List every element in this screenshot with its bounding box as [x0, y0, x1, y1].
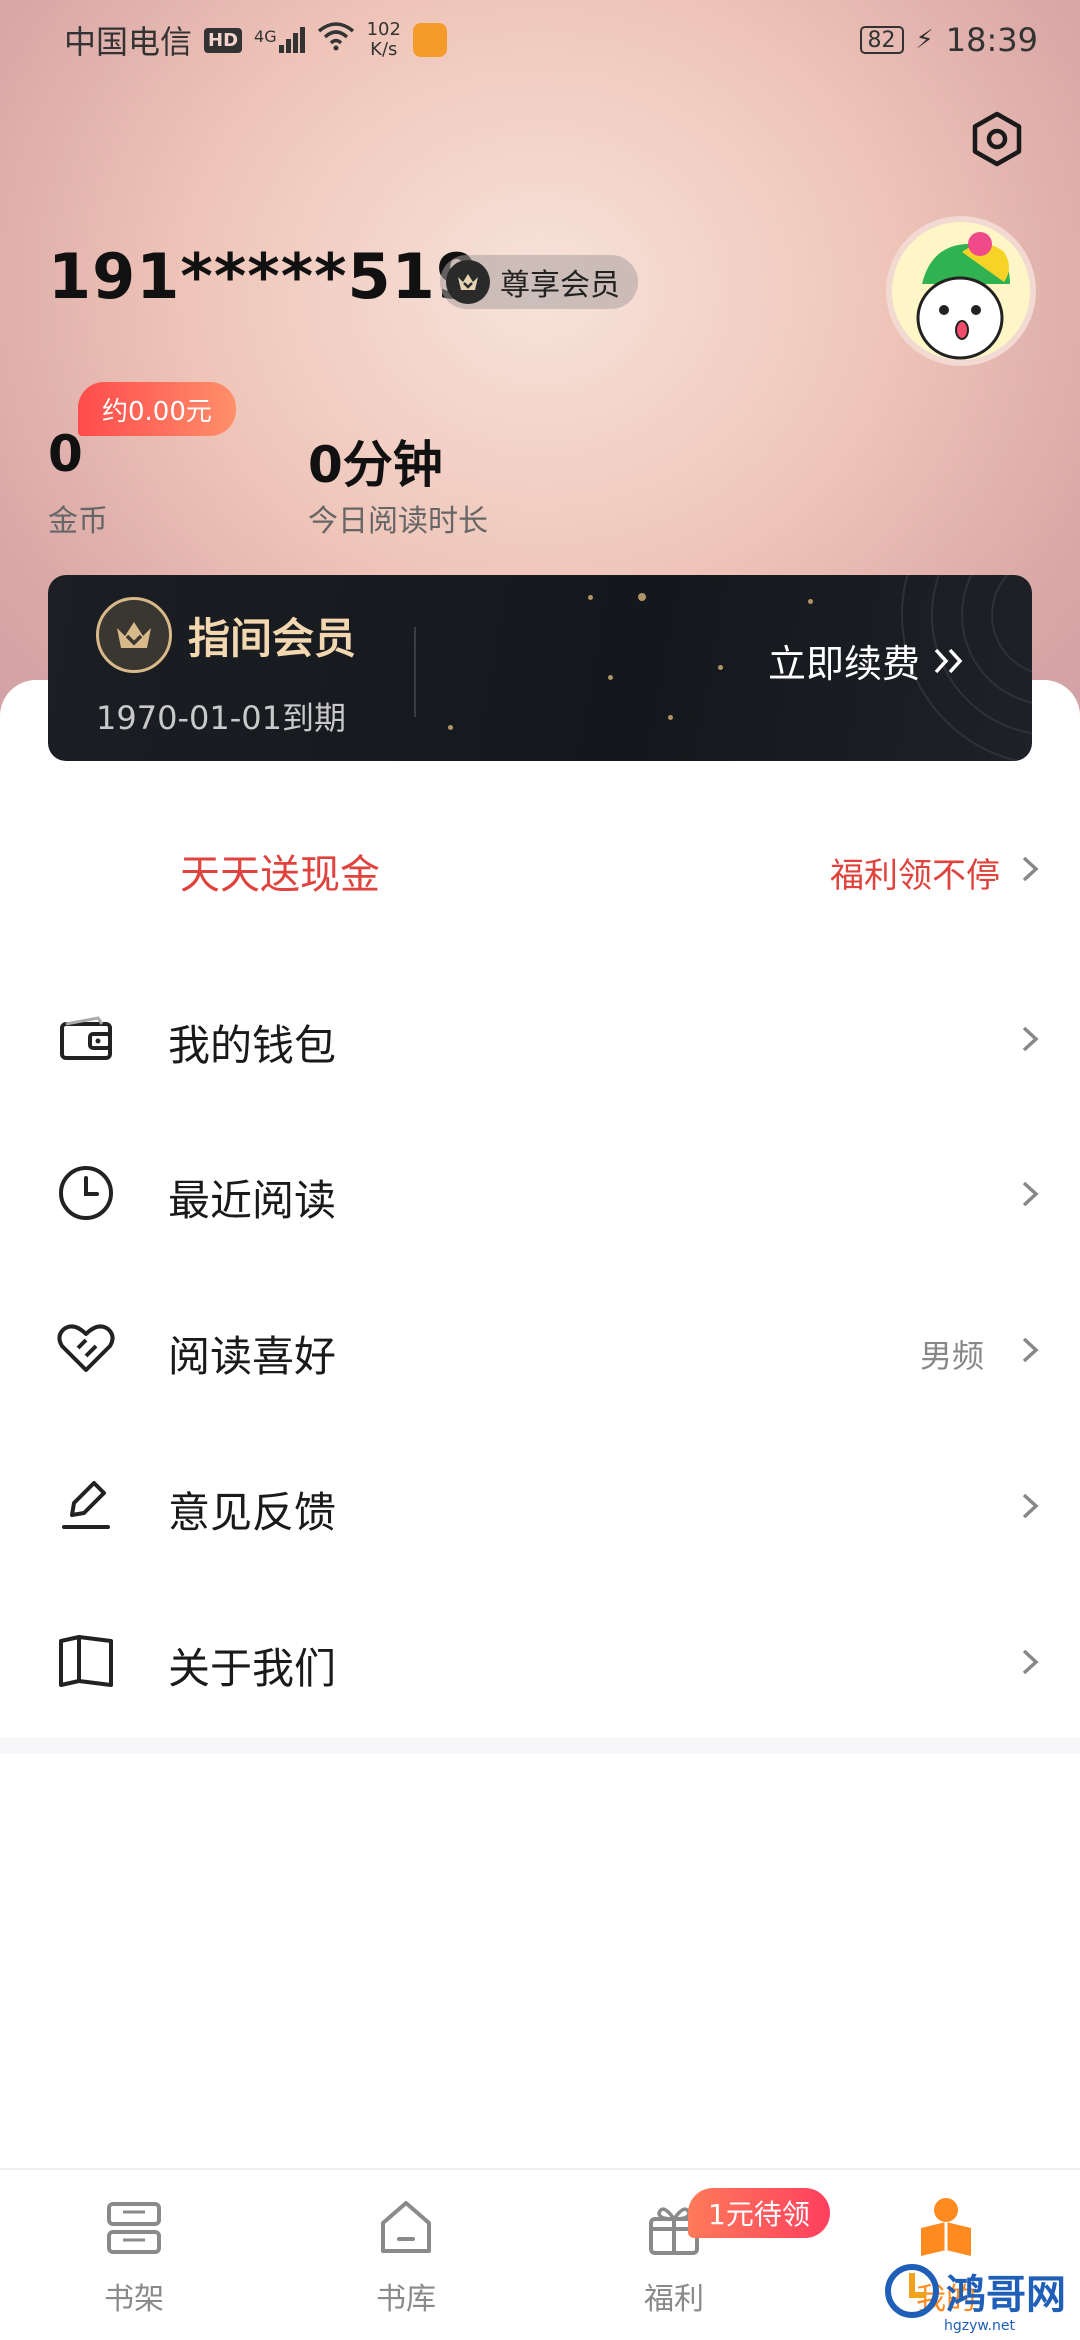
- avatar-character-icon: [892, 222, 1030, 360]
- menu-item-label: 关于我们: [168, 1644, 337, 1693]
- member-card[interactable]: 指间会员 1970-01-01到期 立即续费: [48, 575, 1032, 761]
- reading-time-label: 今日阅读时长: [308, 504, 488, 539]
- tab-label: 福利: [644, 2282, 704, 2317]
- tab-label: 书库: [376, 2282, 436, 2317]
- member-title: 指间会员: [188, 614, 357, 663]
- watermark: 鸿哥网 hgzyw.net: [884, 2262, 1066, 2334]
- open-book-icon: [54, 1629, 118, 1693]
- bookshelf-icon: [102, 2196, 166, 2260]
- settings-button[interactable]: [962, 104, 1032, 174]
- menu-item-about-us[interactable]: 关于我们: [0, 1597, 1080, 1727]
- watermark-logo-icon: [885, 2264, 939, 2318]
- status-left: 中国电信 HD 4G 102 K/s: [64, 17, 447, 63]
- chevron-right-icon: [1022, 1026, 1039, 1052]
- menu-item-feedback[interactable]: 意见反馈: [0, 1441, 1080, 1571]
- renew-button[interactable]: 立即续费: [768, 633, 966, 688]
- crown-icon: [446, 260, 490, 304]
- home-icon: [374, 2196, 438, 2260]
- wallet-icon: [54, 1006, 118, 1070]
- menu-item-recent-reading[interactable]: 最近阅读: [0, 1129, 1080, 1259]
- charging-icon: ⚡: [915, 25, 934, 55]
- signal-icon: 4G: [254, 27, 305, 53]
- menu-item-label: 我的钱包: [168, 1021, 337, 1070]
- settings-hexagon-icon: [972, 111, 1022, 167]
- chevron-right-icon: [1022, 856, 1039, 882]
- section-divider: [0, 1738, 1080, 1754]
- chevron-right-icon: [1022, 1181, 1039, 1207]
- person-book-icon: [914, 2196, 978, 2260]
- hd-icon: HD: [204, 27, 243, 53]
- promo-row[interactable]: 天天送现金 福利领不停: [0, 820, 1080, 920]
- chevron-right-icon: [1022, 1493, 1039, 1519]
- watermark-text: 鸿哥网: [946, 2272, 1066, 2317]
- status-right: 82 ⚡ 18:39: [859, 21, 1038, 59]
- vip-badge-label: 尊享会员: [500, 268, 620, 303]
- coins-label: 金币: [48, 504, 108, 539]
- menu-item-label: 阅读喜好: [168, 1332, 337, 1381]
- clock: 18:39: [945, 21, 1038, 59]
- menu-item-label: 意见反馈: [168, 1488, 337, 1537]
- menu-item-reading-preference[interactable]: 阅读喜好 男频: [0, 1285, 1080, 1415]
- menu-item-wallet[interactable]: 我的钱包: [0, 974, 1080, 1104]
- promo-right-label: 福利领不停: [830, 856, 1000, 896]
- watermark-subtext: hgzyw.net: [944, 2318, 1015, 2334]
- member-divider: [414, 627, 416, 717]
- avatar[interactable]: [886, 216, 1036, 366]
- welfare-badge: 1元待领: [688, 2188, 830, 2238]
- tab-bookshelf[interactable]: 书架: [54, 2188, 214, 2328]
- network-speed: 102 K/s: [366, 19, 401, 60]
- status-bar: 中国电信 HD 4G 102 K/s 82 ⚡ 18:39: [0, 0, 1080, 80]
- vip-badge[interactable]: 尊享会员: [440, 255, 638, 309]
- tab-label: 书架: [104, 2282, 164, 2317]
- tab-library[interactable]: 书库: [326, 2188, 486, 2328]
- coins-value[interactable]: 0: [48, 425, 83, 483]
- clock-icon: [54, 1161, 118, 1225]
- promo-left-label: 天天送现金: [180, 852, 380, 898]
- member-crown-icon: [96, 597, 172, 673]
- double-chevron-right-icon: [934, 648, 963, 673]
- edit-pencil-icon: [54, 1473, 118, 1537]
- coin-value-tip: 约0.00元: [78, 382, 236, 436]
- menu-item-value: 男频: [919, 1337, 984, 1375]
- chevron-right-icon: [1022, 1337, 1039, 1363]
- menu-item-label: 最近阅读: [168, 1176, 337, 1225]
- user-phone: 191*****519: [48, 240, 480, 313]
- chevron-right-icon: [1022, 1649, 1039, 1675]
- battery-icon: 82: [859, 26, 904, 54]
- renew-label: 立即续费: [768, 642, 921, 686]
- member-expire-date: 1970-01-01到期: [96, 699, 346, 737]
- carrier-name: 中国电信: [64, 23, 193, 61]
- wifi-icon: [317, 21, 355, 59]
- heart-tag-icon: [54, 1317, 118, 1381]
- app-notification-icon: [412, 23, 447, 57]
- reading-time-value[interactable]: 0分钟: [308, 425, 443, 497]
